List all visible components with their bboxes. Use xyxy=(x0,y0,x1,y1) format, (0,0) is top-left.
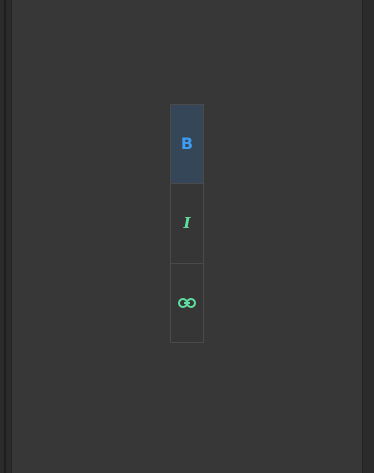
italic-button[interactable]: I xyxy=(171,183,203,262)
left-window-edge xyxy=(0,0,12,473)
bold-button[interactable]: B xyxy=(171,105,203,184)
editor-canvas: B I xyxy=(0,0,374,473)
right-window-edge xyxy=(362,0,374,473)
formatting-toolbar: B I xyxy=(170,104,204,343)
bold-icon: B xyxy=(180,134,194,154)
link-button[interactable] xyxy=(171,262,203,342)
link-icon xyxy=(178,297,196,308)
italic-icon: I xyxy=(183,213,191,232)
